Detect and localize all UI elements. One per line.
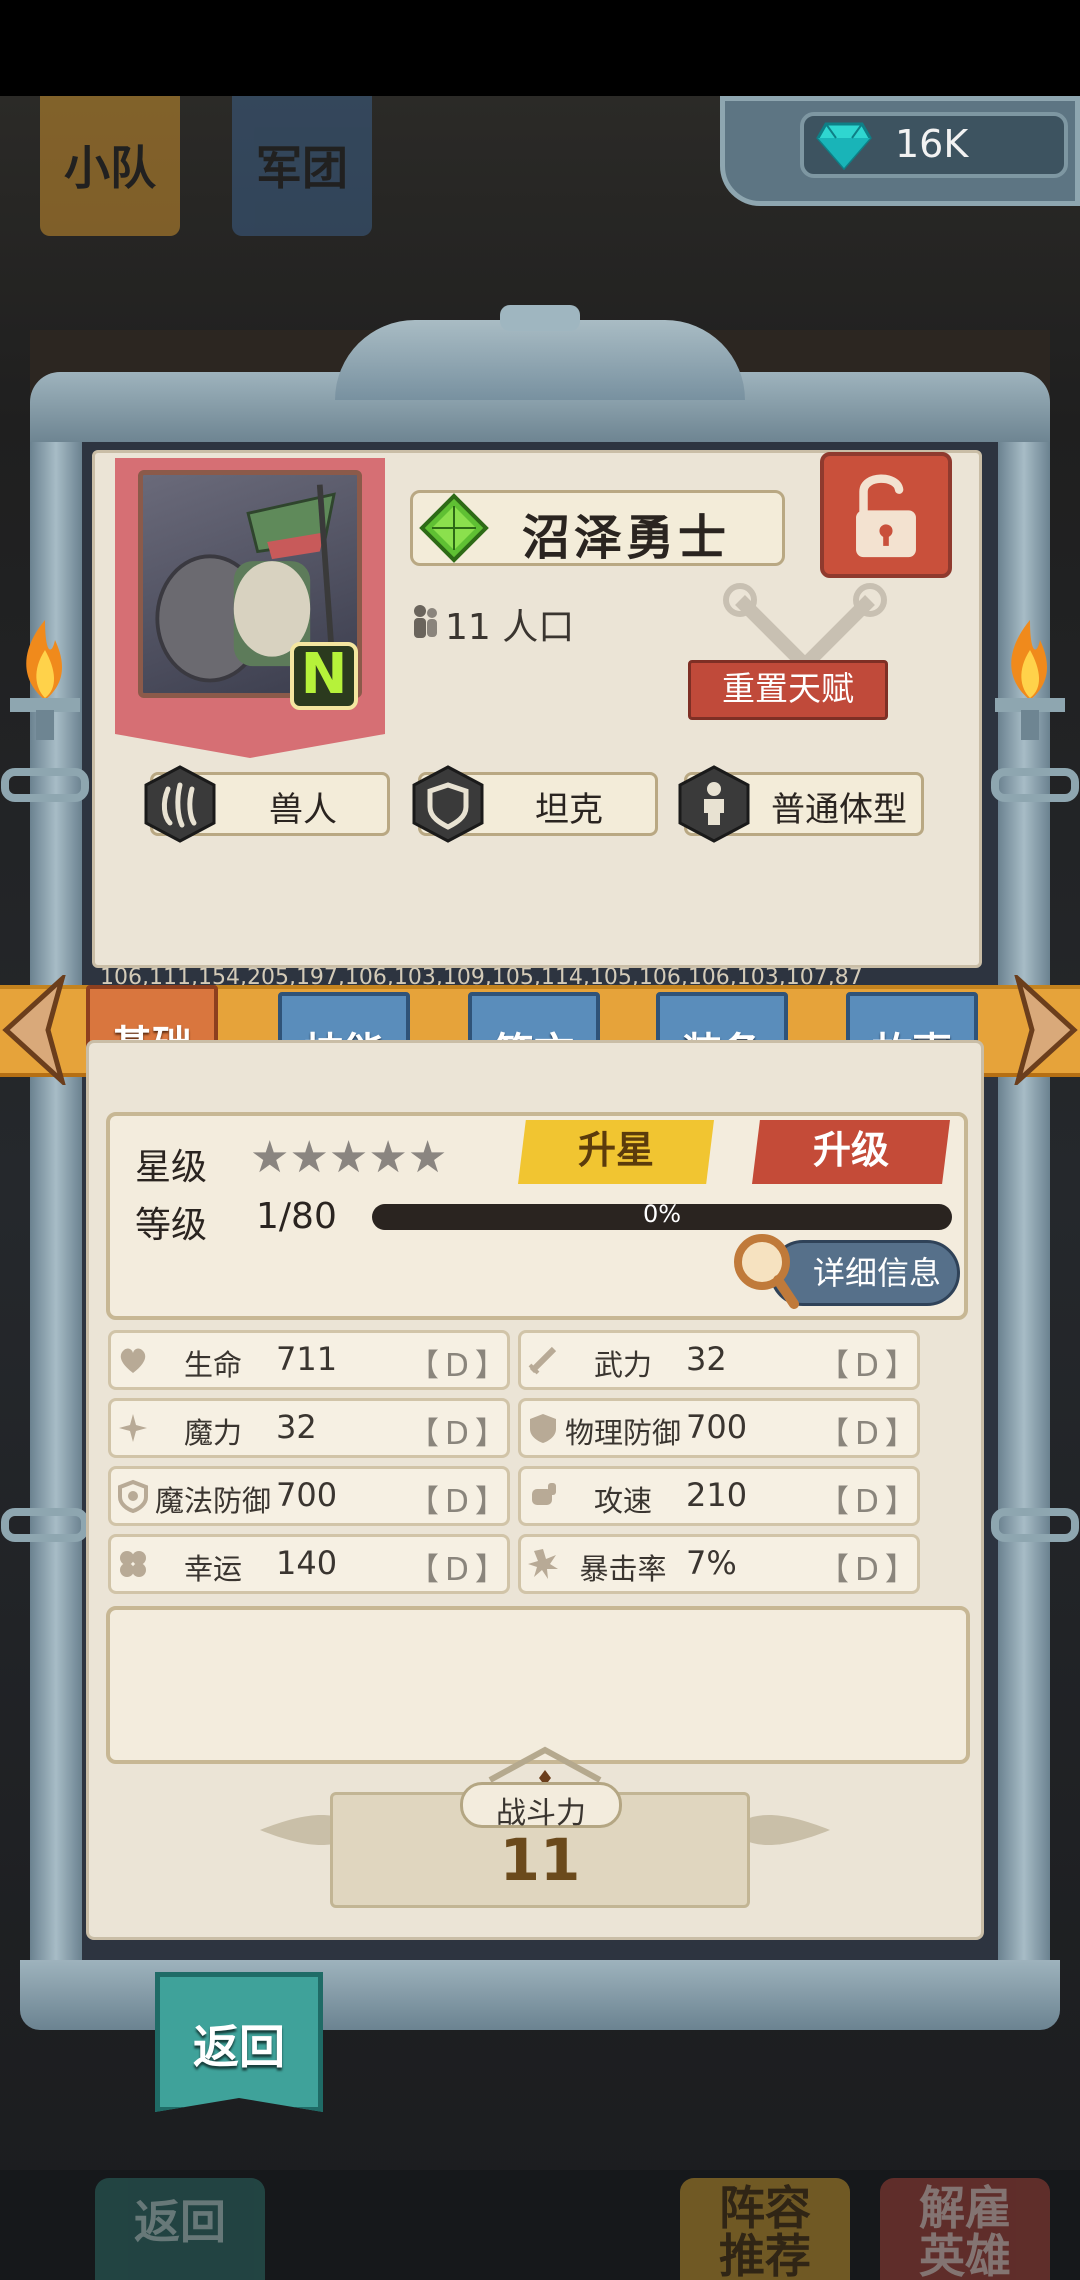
level-up-button[interactable]: 升级 xyxy=(752,1120,950,1184)
stat-grade: 【D】 xyxy=(408,1484,512,1520)
person-icon xyxy=(678,765,750,843)
element-gem-icon xyxy=(419,493,489,563)
hero-name: 沼泽勇士 xyxy=(522,510,731,566)
stat-value: 700 xyxy=(686,1408,748,1446)
stat-name: 魔力 xyxy=(183,1416,242,1450)
level-label: 等级 xyxy=(135,1205,208,1246)
lock-button[interactable] xyxy=(820,452,952,578)
tag-body-label: 普通体型 xyxy=(771,790,907,830)
frame-arch xyxy=(335,320,745,400)
stat-value: 140 xyxy=(276,1544,338,1582)
stat-value: 711 xyxy=(276,1340,338,1378)
hero-population: 11 人口 xyxy=(445,607,575,648)
chain-left-icon xyxy=(1,768,89,802)
stat-value: 32 xyxy=(276,1408,317,1446)
stat-grade: 【D】 xyxy=(818,1416,922,1452)
stat-value: 700 xyxy=(276,1476,338,1514)
heart-icon xyxy=(120,1348,146,1373)
torch-right-icon xyxy=(995,620,1065,740)
star-icon: ★ xyxy=(407,1132,448,1183)
stat-grade: 【D】 xyxy=(408,1416,512,1452)
sword-icon xyxy=(528,1346,557,1375)
reset-talent-button[interactable]: 重置天赋 xyxy=(688,660,888,720)
bg-dismiss-line2: 英雄 xyxy=(919,2229,1011,2280)
sparkle-icon xyxy=(119,1414,147,1442)
stat-name: 攻速 xyxy=(593,1484,652,1518)
stat-name: 幸运 xyxy=(183,1552,242,1586)
stat-name: 暴击率 xyxy=(579,1552,667,1586)
frame-knob xyxy=(500,305,580,331)
fist-icon xyxy=(532,1483,556,1505)
stat-value: 7% xyxy=(686,1544,737,1582)
stat-grade: 【D】 xyxy=(818,1552,922,1588)
stat-grade: 【D】 xyxy=(408,1552,512,1588)
back-button[interactable]: 返回 xyxy=(155,1972,323,2112)
stat-name: 武力 xyxy=(593,1348,652,1382)
tag-class-label: 坦克 xyxy=(535,790,603,830)
stat-grade: 【D】 xyxy=(818,1348,922,1384)
bg-lineup-line1: 阵容 xyxy=(719,2181,811,2235)
orc-claw-icon xyxy=(144,765,216,843)
torch-left-icon xyxy=(10,620,80,740)
star-icon: ★ xyxy=(328,1132,369,1183)
unlock-icon xyxy=(856,474,916,558)
bg-tab-squad: 小队 xyxy=(40,96,180,236)
rarity-badge: N xyxy=(290,642,358,710)
stat-value: 32 xyxy=(686,1340,727,1378)
star-icon: ★ xyxy=(289,1132,329,1183)
star-label: 星级 xyxy=(135,1147,208,1188)
bg-tab-legion: 军团 xyxy=(232,96,372,236)
chain-right-icon xyxy=(991,768,1079,802)
star-icon: ★ xyxy=(368,1132,408,1183)
stat-grade: 【D】 xyxy=(408,1348,512,1384)
bg-lineup-button: 阵容 推荐 xyxy=(680,2178,850,2280)
stat-name: 生命 xyxy=(183,1348,242,1382)
upgrade-star-button[interactable]: 升星 xyxy=(518,1120,714,1184)
diamond-icon xyxy=(816,122,872,170)
xp-percent: 0% xyxy=(642,1200,682,1228)
stat-name: 物理防御 xyxy=(564,1416,681,1450)
star-rating: ★★★★★ xyxy=(250,1132,447,1183)
clover-icon xyxy=(120,1551,146,1577)
magnifier-icon xyxy=(734,1234,799,1309)
burst-icon xyxy=(528,1549,558,1579)
power-value: 11 xyxy=(499,1826,581,1894)
shield-icon xyxy=(530,1414,556,1443)
stat-grade: 【D】 xyxy=(818,1484,922,1520)
chain-right-lower-icon xyxy=(991,1508,1079,1542)
magic-shield-icon xyxy=(118,1479,148,1513)
diamond-amount: 16K xyxy=(895,122,969,166)
level-value: 1/80 xyxy=(256,1196,337,1237)
bg-back-button: 返回 xyxy=(95,2178,265,2280)
chain-left-lower-icon xyxy=(1,1508,89,1542)
arrow-right-icon[interactable] xyxy=(1010,975,1080,1085)
bg-lineup-line2: 推荐 xyxy=(719,2229,811,2280)
population-icon xyxy=(414,605,437,638)
tag-race-label: 兽人 xyxy=(269,790,337,830)
bg-dismiss-line1: 解雇 xyxy=(919,2181,1011,2235)
stat-value: 210 xyxy=(686,1476,748,1514)
star-icon: ★ xyxy=(250,1132,290,1183)
bg-dismiss-button: 解雇 英雄 xyxy=(880,2178,1050,2280)
stat-name: 魔法防御 xyxy=(154,1484,271,1518)
arrow-left-icon[interactable] xyxy=(0,975,70,1085)
